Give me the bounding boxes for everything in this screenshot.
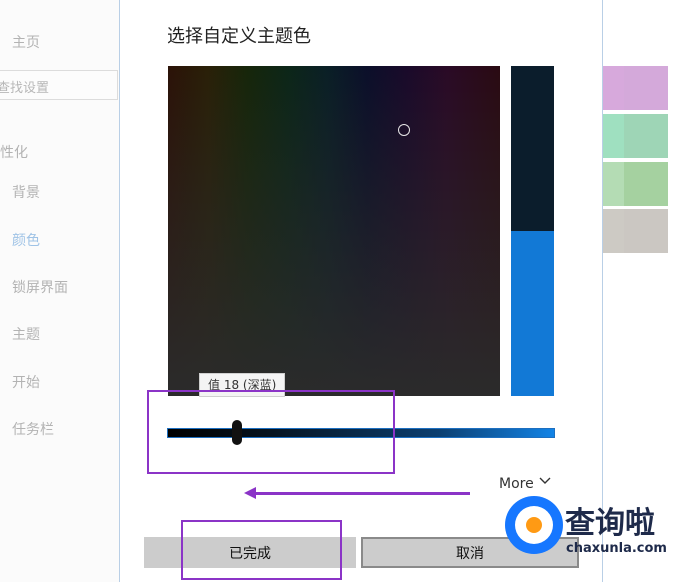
color-swatch[interactable] xyxy=(624,162,668,206)
nav-item-start[interactable]: 开始 xyxy=(12,372,40,392)
chevron-down-icon[interactable] xyxy=(539,474,551,490)
color-swatch[interactable] xyxy=(624,114,668,158)
search-placeholder: 查找设置 xyxy=(0,81,50,96)
nav-home[interactable]: 主页 xyxy=(12,32,40,52)
color-preview-accent xyxy=(511,231,554,396)
annotation-arrow xyxy=(255,492,470,495)
more-link[interactable]: More xyxy=(499,476,534,492)
annotation-box-done xyxy=(181,520,342,580)
nav-item-lockscreen[interactable]: 锁屏界面 xyxy=(12,277,68,297)
nav-item-background[interactable]: 背景 xyxy=(12,182,40,202)
spectrum-cursor[interactable] xyxy=(398,124,410,136)
color-swatch[interactable] xyxy=(624,66,668,110)
color-swatch[interactable] xyxy=(624,209,668,253)
color-spectrum-picker[interactable] xyxy=(168,66,500,396)
nav-item-themes[interactable]: 主题 xyxy=(12,324,40,344)
watermark-logo-dot xyxy=(526,517,542,533)
dialog-title: 选择自定义主题色 xyxy=(167,26,311,47)
nav-section-personalization: 性化 xyxy=(0,145,28,161)
annotation-arrow-head xyxy=(244,487,256,499)
nav-item-taskbar[interactable]: 任务栏 xyxy=(12,419,54,439)
nav-item-colors[interactable]: 颜色 xyxy=(12,230,40,250)
annotation-box-slider xyxy=(147,390,395,474)
settings-nav: 主页 查找设置 性化 背景 颜色 锁屏界面 主题 开始 任务栏 xyxy=(0,0,120,582)
watermark-text-cn: 查询啦 xyxy=(565,506,655,541)
watermark-text-en: chaxunla.com xyxy=(566,541,667,556)
search-input[interactable]: 查找设置 xyxy=(0,70,118,100)
